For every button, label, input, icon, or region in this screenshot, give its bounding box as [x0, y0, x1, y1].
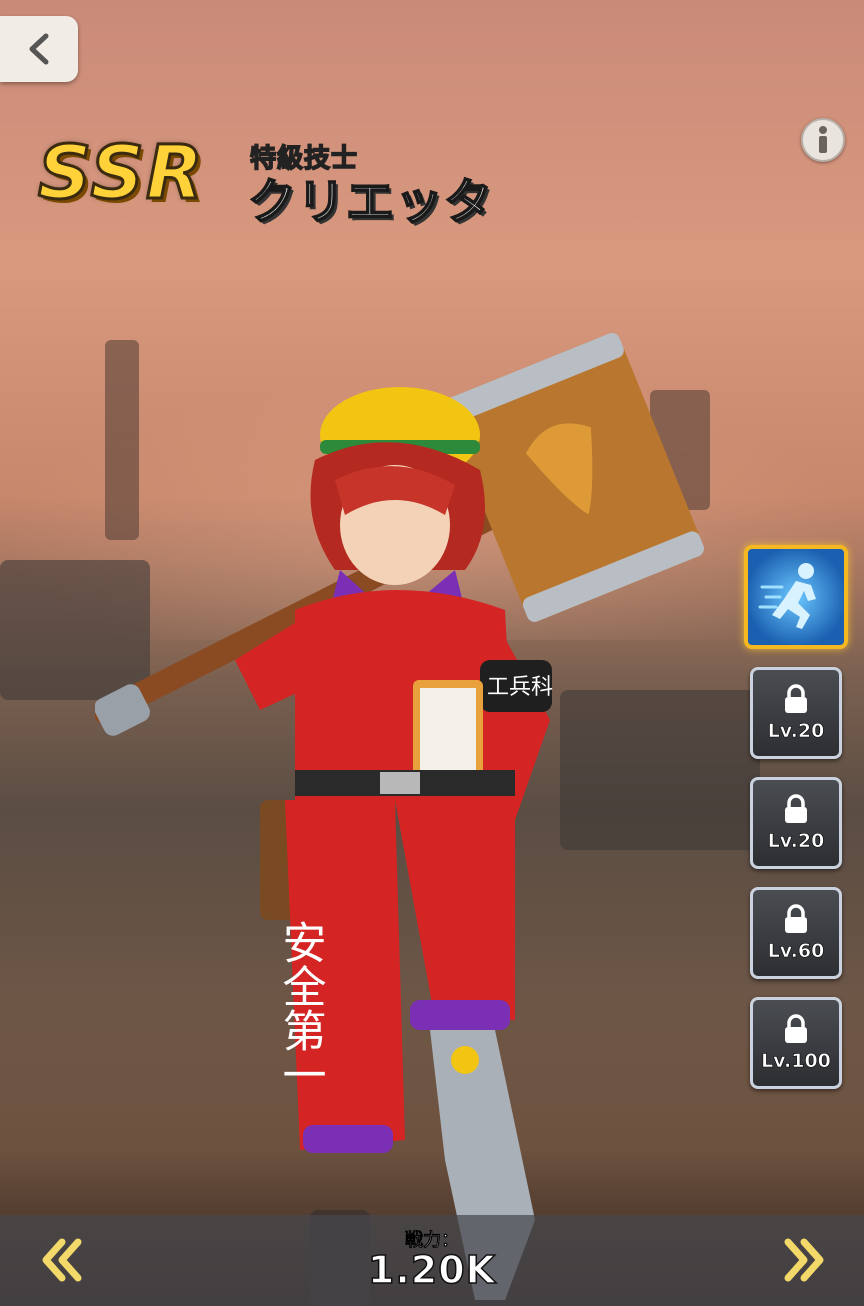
back-button[interactable] [0, 16, 78, 82]
rarity-badge: SSR [37, 129, 205, 218]
character-detail-screen: SSR 特級技士 クリエッタ 工兵科 安全第一 Lv.20 Lv.20 Lv.6… [0, 0, 864, 1306]
lock-icon [785, 684, 807, 713]
chevron-left-icon [29, 33, 49, 65]
running-figure-icon [758, 563, 816, 629]
next-character-button[interactable] [782, 1236, 826, 1284]
pants-text: 安全第一 [275, 920, 326, 1096]
character-illustration: 工兵科 安全第一 [95, 332, 705, 1306]
skill-unlock-level: Lv.20 [767, 720, 825, 743]
skill-unlock-level: Lv.20 [767, 830, 825, 853]
armband-text: 工兵科 [487, 675, 553, 700]
lock-icon [785, 794, 807, 823]
skill-list: Lv.20 Lv.20 Lv.60 Lv.100 [744, 545, 848, 1089]
skill-slot-locked[interactable]: Lv.20 [750, 667, 842, 759]
skill-unlock-level: Lv.100 [761, 1050, 831, 1073]
skill-slot-active[interactable] [744, 545, 848, 649]
info-button[interactable] [801, 118, 845, 162]
skill-slot-locked[interactable]: Lv.100 [750, 997, 842, 1089]
skill-slot-locked[interactable]: Lv.60 [750, 887, 842, 979]
lock-icon [785, 904, 807, 933]
skill-slot-locked[interactable]: Lv.20 [750, 777, 842, 869]
double-chevron-right-icon [784, 1238, 824, 1282]
skill-unlock-level: Lv.60 [767, 940, 825, 963]
lock-icon [785, 1014, 807, 1043]
character-name: クリエッタ [247, 173, 494, 231]
info-icon [819, 126, 827, 153]
power-value: 1.20K [367, 1247, 497, 1293]
